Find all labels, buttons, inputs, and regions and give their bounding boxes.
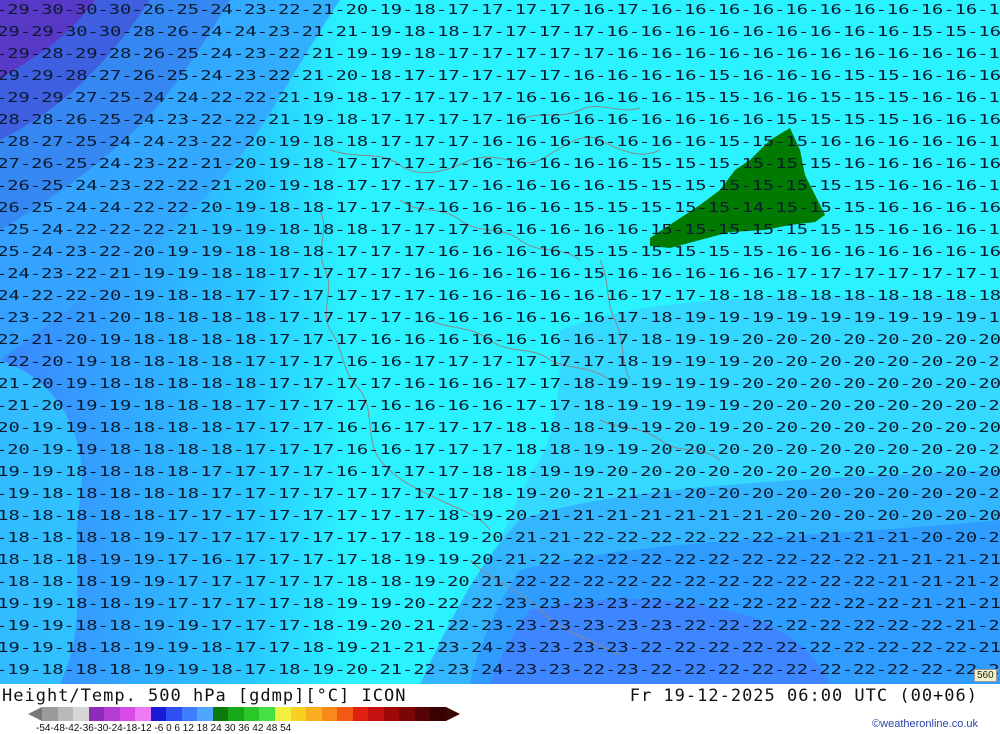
scale-swatch bbox=[135, 707, 151, 721]
temperature-row: -19-18-18-18-18-18-17-17-17-17-17-17-17-… bbox=[0, 487, 1000, 502]
temperature-row: -20-19-19-18-18-18-18-17-17-17-16-16-17-… bbox=[0, 443, 1000, 458]
scale-bar bbox=[42, 707, 446, 721]
temperature-row: -25-24-22-22-22-21-19-19-18-18-18-17-17-… bbox=[0, 223, 1000, 238]
temperature-row: -25-24-23-22-20-19-19-18-18-18-17-17-17-… bbox=[0, 245, 1000, 260]
scale-swatch bbox=[197, 707, 213, 721]
temperature-row: -26-25-24-24-22-22-20-19-18-18-17-17-17-… bbox=[0, 201, 1000, 216]
scale-swatch bbox=[414, 707, 431, 721]
color-scale bbox=[28, 707, 460, 721]
scale-swatch bbox=[383, 707, 400, 721]
temperature-row: -29-29-28-27-26-25-24-23-22-21-20-18-17-… bbox=[0, 69, 1000, 84]
temperature-row: -29-29-27-25-24-24-22-22-21-19-18-17-17-… bbox=[0, 91, 1000, 106]
temperature-labels: -29-30-30-30-26-25-24-23-22-21-20-19-18-… bbox=[0, 3, 1000, 678]
temperature-row: -19-19-18-18-19-19-17-17-17-18-19-20-21-… bbox=[0, 619, 1000, 634]
scale-swatch bbox=[368, 707, 384, 721]
temperature-row: -21-20-19-18-18-18-18-18-17-17-17-17-16-… bbox=[0, 377, 1000, 392]
scale-swatch bbox=[243, 707, 260, 721]
temperature-row: -22-20-19-18-18-18-18-17-17-17-16-16-17-… bbox=[0, 355, 1000, 370]
temperature-row: -18-18-18-18-19-17-17-17-17-17-17-17-18-… bbox=[0, 531, 1000, 546]
scale-labels: -54-48-42-36-30-24-18-12 -6 0 6 12 18 24… bbox=[36, 723, 292, 734]
temperature-row: -19-19-18-18-19-19-18-17-17-18-19-21-21-… bbox=[0, 641, 1000, 656]
temperature-row: -20-19-19-18-18-18-18-17-17-17-16-16-17-… bbox=[0, 421, 1000, 436]
scale-arrow-right bbox=[446, 707, 460, 721]
scale-swatch bbox=[104, 707, 120, 721]
temperature-row: -28-28-26-25-24-23-22-22-21-19-18-17-17-… bbox=[0, 113, 1000, 128]
temperature-row: -24-22-22-20-19-18-18-17-17-17-17-17-17-… bbox=[0, 289, 1000, 304]
map-valid-time: Fr 19-12-2025 06:00 UTC (00+06) bbox=[629, 686, 978, 706]
temperature-row: -19-19-18-18-19-17-17-17-17-18-19-19-20-… bbox=[0, 597, 1000, 612]
temperature-map: -29-30-30-30-26-25-24-23-22-21-20-19-18-… bbox=[0, 0, 1000, 684]
temperature-row: -29-29-30-30-28-26-24-24-23-21-21-19-18-… bbox=[0, 25, 1000, 40]
scale-swatch bbox=[399, 707, 415, 721]
scale-swatch bbox=[306, 707, 322, 721]
temperature-row: -18-18-18-19-19-17-16-17-17-17-17-18-19-… bbox=[0, 553, 1000, 568]
temperature-row: -18-18-18-18-18-17-17-17-17-17-17-17-17-… bbox=[0, 509, 1000, 524]
scale-swatch bbox=[337, 707, 353, 721]
scale-swatch bbox=[352, 707, 369, 721]
temperature-row: -19-18-18-18-19-19-18-17-18-19-20-21-22-… bbox=[0, 663, 1000, 678]
temperature-row: -23-22-21-20-18-18-18-18-17-17-17-17-16-… bbox=[0, 311, 1000, 326]
map-variable-title: Height/Temp. 500 hPa [gdmp][°C] ICON bbox=[2, 686, 407, 706]
scale-swatch bbox=[290, 707, 307, 721]
scale-swatch bbox=[42, 707, 58, 721]
scale-swatch bbox=[228, 707, 244, 721]
scale-swatch bbox=[88, 707, 105, 721]
scale-swatch bbox=[119, 707, 136, 721]
scale-swatch bbox=[150, 707, 167, 721]
scale-swatch bbox=[430, 707, 446, 721]
temperature-row: -18-18-18-19-19-17-17-17-17-17-18-18-19-… bbox=[0, 575, 1000, 590]
temperature-row: -28-27-25-24-24-23-22-20-19-18-18-17-17-… bbox=[0, 135, 1000, 150]
temperature-row: -21-20-19-19-18-18-18-17-17-17-17-16-16-… bbox=[0, 399, 1000, 414]
temperature-row: -24-23-22-21-19-19-18-18-17-17-17-17-16-… bbox=[0, 267, 1000, 282]
scale-swatch bbox=[212, 707, 229, 721]
scale-swatch bbox=[181, 707, 198, 721]
temperature-row: -27-26-25-24-23-22-21-20-19-18-17-17-17-… bbox=[0, 157, 1000, 172]
temperature-row: -19-19-18-18-18-18-17-17-17-17-16-17-17-… bbox=[0, 465, 1000, 480]
scale-swatch bbox=[166, 707, 182, 721]
scale-swatch bbox=[321, 707, 338, 721]
temperature-row: -22-21-20-19-18-18-18-18-17-17-17-16-16-… bbox=[0, 333, 1000, 348]
temperature-row: -29-30-30-30-26-25-24-23-22-21-20-19-18-… bbox=[0, 3, 1000, 18]
scale-arrow-left bbox=[28, 707, 42, 721]
scale-swatch bbox=[57, 707, 74, 721]
scale-swatch bbox=[274, 707, 291, 721]
credit-link[interactable]: ©weatheronline.co.uk bbox=[872, 718, 978, 730]
scale-swatch bbox=[73, 707, 89, 721]
temperature-row: -26-25-24-23-22-22-21-20-19-18-17-17-17-… bbox=[0, 179, 1000, 194]
temperature-row: -29-28-29-28-26-25-24-23-22-21-19-19-18-… bbox=[0, 47, 1000, 62]
contour-value-badge: 560 bbox=[974, 669, 997, 682]
scale-swatch bbox=[259, 707, 275, 721]
